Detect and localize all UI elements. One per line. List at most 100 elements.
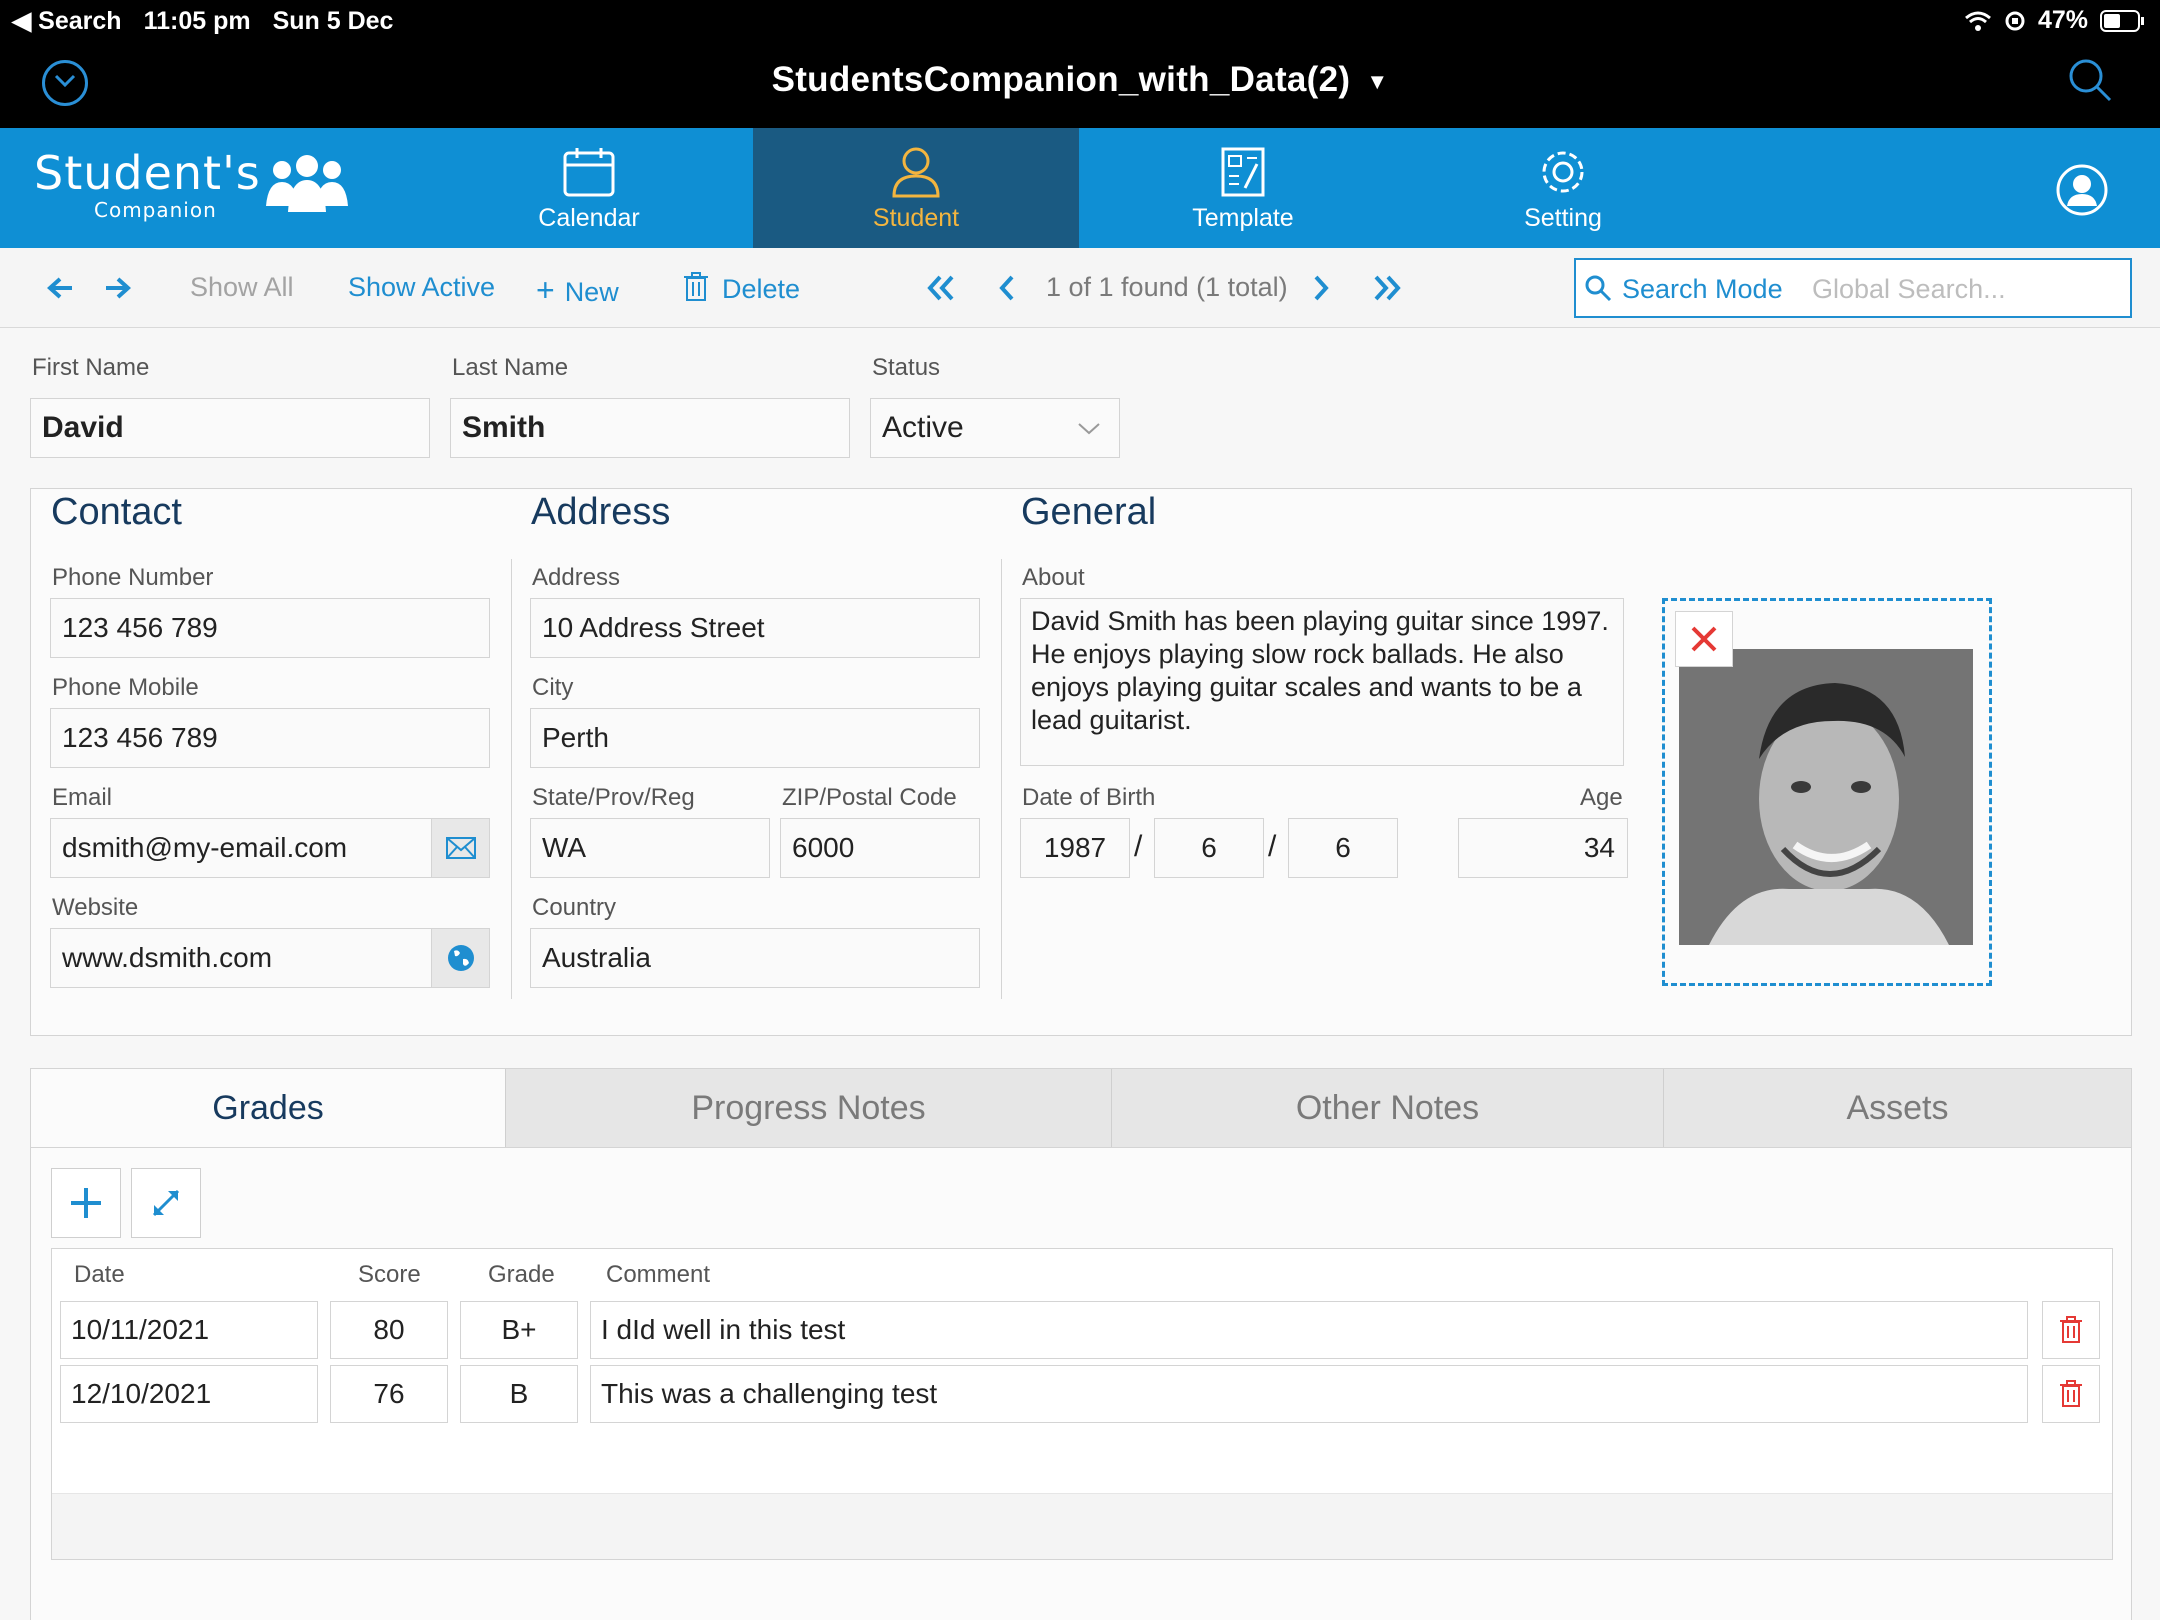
show-active-button[interactable]: Show Active — [348, 272, 495, 303]
plus-icon — [71, 1188, 101, 1218]
status-value: Active — [882, 411, 964, 444]
close-icon — [1691, 626, 1717, 652]
send-email-button[interactable] — [431, 819, 489, 877]
expand-button[interactable] — [131, 1168, 201, 1238]
arrow-right-icon[interactable] — [104, 276, 132, 300]
delete-row-button[interactable] — [2042, 1365, 2100, 1423]
search-icon — [1585, 275, 1612, 302]
globe-icon — [447, 945, 474, 971]
date-separator: / — [1134, 830, 1143, 863]
next-record-icon[interactable] — [1312, 274, 1330, 302]
nav-tab-setting[interactable]: Setting — [1400, 128, 1726, 248]
country-field[interactable]: Australia — [530, 928, 980, 988]
gear-icon — [1542, 151, 1584, 193]
city-label: City — [532, 674, 574, 701]
person-icon — [892, 147, 940, 198]
city-field[interactable]: Perth — [530, 708, 980, 768]
add-grade-button[interactable] — [51, 1168, 121, 1238]
wifi-icon — [1964, 11, 1991, 31]
new-record-button[interactable]: + New — [536, 272, 619, 309]
delete-row-button[interactable] — [2042, 1301, 2100, 1359]
previous-record-icon[interactable] — [998, 274, 1016, 302]
last-name-field[interactable]: Smith — [450, 398, 850, 458]
search-mode-label[interactable]: Search Mode — [1622, 274, 1783, 305]
grade-date-cell[interactable]: 12/10/2021 — [60, 1365, 318, 1423]
battery-icon — [2100, 9, 2144, 32]
section-divider — [511, 559, 512, 999]
state-field[interactable]: WA — [530, 818, 770, 878]
back-to-search-link[interactable]: ◀ Search — [12, 6, 122, 36]
chevron-down-icon — [1078, 423, 1100, 435]
state-label: State/Prov/Reg — [532, 784, 695, 811]
address-section-title: Address — [523, 491, 719, 534]
grade-letter-cell[interactable]: B+ — [460, 1301, 578, 1359]
tab-grades[interactable]: Grades — [31, 1069, 505, 1147]
orientation-lock-icon — [2005, 11, 2025, 30]
phone-number-field[interactable]: 123 456 789 — [50, 598, 490, 658]
account-avatar-icon[interactable] — [2056, 164, 2108, 216]
nav-tab-template[interactable]: Template — [1080, 128, 1406, 248]
status-date: Sun 5 Dec — [272, 6, 394, 35]
column-header-score: Score — [358, 1261, 421, 1288]
grade-score-cell[interactable]: 80 — [330, 1301, 448, 1359]
first-name-label: First Name — [32, 354, 150, 381]
battery-percent: 47% — [2037, 6, 2088, 34]
app-logo: Student's Companion — [34, 146, 354, 230]
website-field[interactable]: www.dsmith.com — [50, 928, 490, 988]
dob-day-field[interactable]: 6 — [1288, 818, 1398, 878]
first-name-field[interactable]: David — [30, 398, 430, 458]
trash-icon — [2060, 1380, 2082, 1407]
about-textarea[interactable]: David Smith has been playing guitar sinc… — [1020, 598, 1624, 766]
phone-mobile-field[interactable]: 123 456 789 — [50, 708, 490, 768]
global-search-input[interactable]: Global Search... — [1812, 274, 2006, 305]
email-label: Email — [52, 784, 113, 811]
date-separator: / — [1268, 830, 1277, 863]
tab-assets[interactable]: Assets — [1663, 1069, 2131, 1147]
about-label: About — [1022, 564, 1085, 591]
grade-score-cell[interactable]: 76 — [330, 1365, 448, 1423]
show-all-button[interactable]: Show All — [190, 272, 294, 303]
age-field: 34 — [1458, 818, 1628, 878]
last-name-label: Last Name — [452, 354, 569, 381]
grade-comment-cell[interactable]: This was a challenging test — [590, 1365, 2028, 1423]
grade-letter-cell[interactable]: B — [460, 1365, 578, 1423]
dob-month-field[interactable]: 6 — [1154, 818, 1264, 878]
delete-record-button[interactable]: Delete — [684, 272, 800, 305]
email-field[interactable]: dsmith@my-email.com — [50, 818, 490, 878]
grades-table: Date Score Grade Comment 10/11/2021 80 B… — [51, 1248, 2113, 1560]
student-photo-container[interactable] — [1662, 598, 1992, 986]
nav-tab-label: Setting — [1524, 204, 1602, 232]
record-count: 1 of 1 found (1 total) — [1046, 272, 1288, 302]
tab-progress-notes[interactable]: Progress Notes — [505, 1069, 1111, 1147]
zip-field[interactable]: 6000 — [780, 818, 980, 878]
grades-panel: Date Score Grade Comment 10/11/2021 80 B… — [30, 1148, 2132, 1620]
address-field[interactable]: 10 Address Street — [530, 598, 980, 658]
first-record-icon[interactable] — [926, 274, 956, 302]
remove-photo-button[interactable] — [1675, 611, 1733, 667]
title-bar: StudentsCompanion_with_Data(2) ▼ — [0, 40, 2160, 128]
search-icon[interactable] — [2066, 56, 2114, 104]
trash-icon — [684, 272, 708, 301]
zip-label: ZIP/Postal Code — [782, 784, 957, 811]
phone-mobile-label: Phone Mobile — [52, 674, 199, 701]
record-toolbar: Show All Show Active + New Delete 1 of 1 … — [0, 248, 2160, 328]
open-website-button[interactable] — [431, 929, 489, 987]
nav-tab-calendar[interactable]: Calendar — [426, 128, 752, 248]
status-select[interactable]: Active — [870, 398, 1120, 458]
file-title-button[interactable]: StudentsCompanion_with_Data(2) ▼ — [0, 60, 2160, 100]
tab-other-notes[interactable]: Other Notes — [1111, 1069, 1663, 1147]
logo-text-sub: Companion — [94, 198, 217, 222]
nav-tab-label: Calendar — [538, 204, 640, 232]
global-search-box[interactable]: Search Mode Global Search... — [1574, 258, 2132, 318]
general-section-title: General — [1013, 491, 1209, 534]
dob-year-field[interactable]: 1987 — [1020, 818, 1130, 878]
grade-comment-cell[interactable]: I dId well in this test — [590, 1301, 2028, 1359]
grade-date-cell[interactable]: 10/11/2021 — [60, 1301, 318, 1359]
website-value: www.dsmith.com — [62, 942, 273, 973]
arrow-left-icon[interactable] — [46, 276, 74, 300]
last-record-icon[interactable] — [1372, 274, 1402, 302]
new-record-label: New — [564, 277, 619, 307]
nav-tab-student[interactable]: Student — [753, 128, 1079, 248]
portal-tabs: Grades Progress Notes Other Notes Assets — [30, 1068, 2132, 1148]
status-time: 11:05 pm — [143, 6, 251, 35]
